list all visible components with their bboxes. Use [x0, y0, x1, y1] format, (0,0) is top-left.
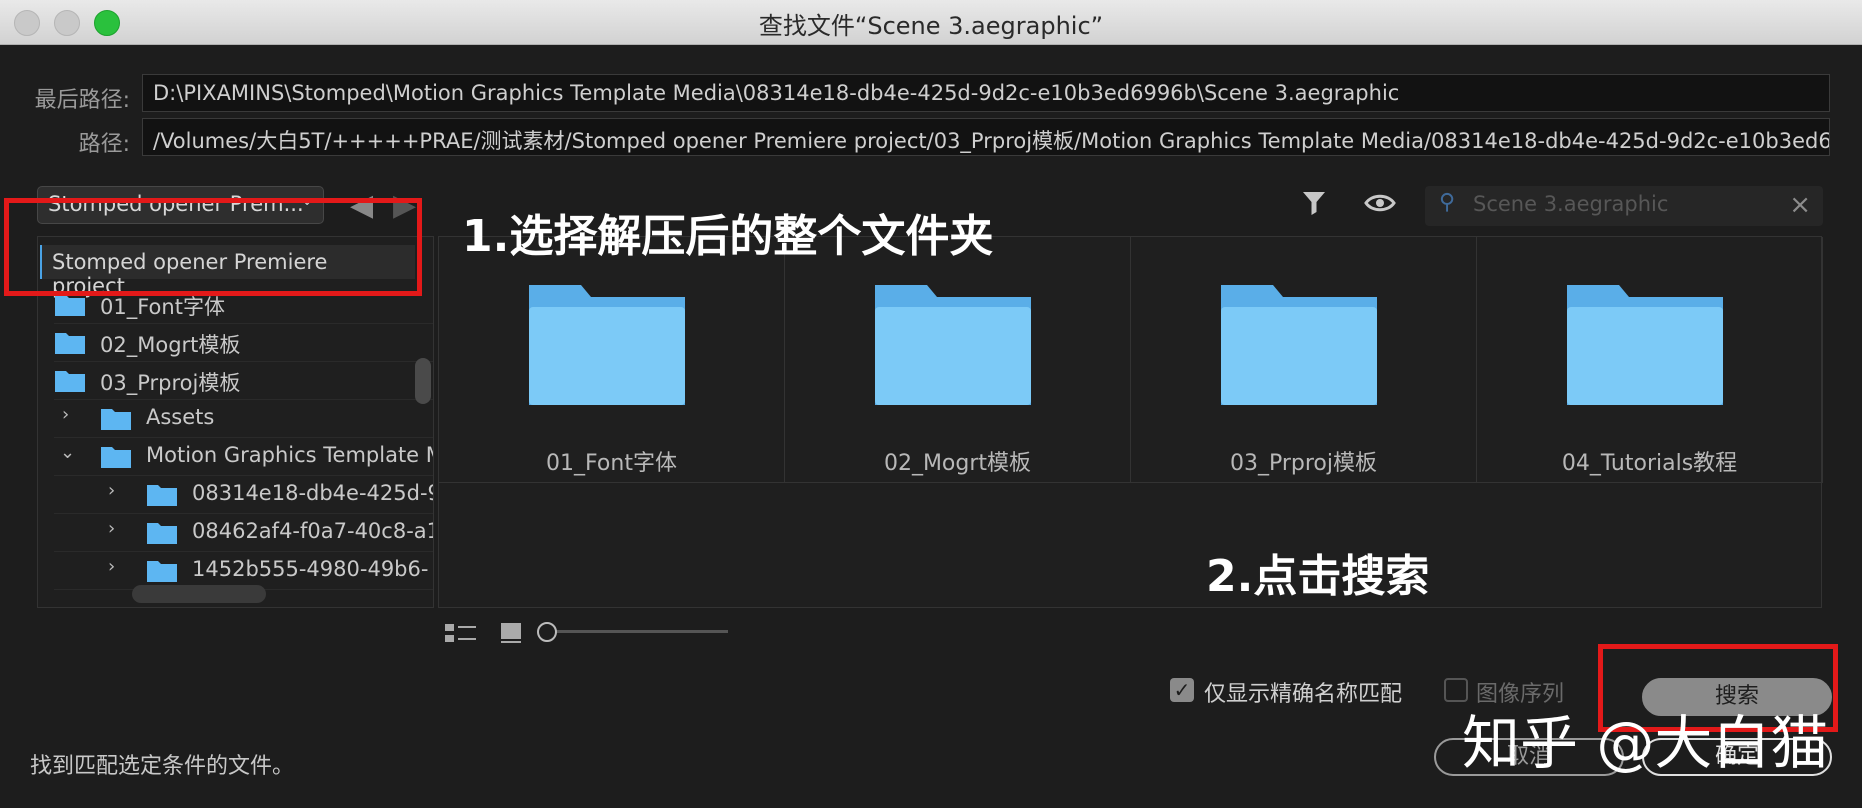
- folder-icon: [55, 371, 85, 392]
- grid-folder-item[interactable]: 04_Tutorials教程: [1477, 237, 1823, 483]
- filter-icon[interactable]: [1300, 188, 1330, 226]
- status-text: 找到匹配选定条件的文件。: [30, 754, 295, 779]
- tree-item[interactable]: › 08462af4-f0a7-40c8-a1: [54, 515, 434, 552]
- chevron-right-icon[interactable]: ›: [108, 518, 115, 539]
- zoom-slider-knob[interactable]: [537, 622, 557, 642]
- search-placeholder: Scene 3.aegraphic: [1473, 192, 1669, 216]
- chevron-right-icon[interactable]: ›: [108, 480, 115, 501]
- list-view-icon[interactable]: [444, 622, 478, 648]
- grid-folder-item[interactable]: 03_Prproj模板: [1131, 237, 1477, 483]
- folder-grid[interactable]: 01_Font字体 02_Mogrt模板 03_Prproj模板 04_Tuto…: [438, 236, 1823, 608]
- search-icon: ⚲: [1439, 190, 1456, 215]
- folder-icon: [55, 333, 85, 354]
- grid-folder-label: 03_Prproj模板: [1229, 451, 1378, 476]
- tree-item[interactable]: 03_Prproj模板: [54, 363, 433, 400]
- tree-item-label: 08314e18-db4e-425d-9d2c-e10b3ed6996b: [192, 481, 433, 505]
- grid-folder-item[interactable]: 01_Font字体: [439, 237, 785, 483]
- grid-folder-label: 04_Tutorials教程: [1561, 451, 1738, 476]
- grid-folder-item[interactable]: 02_Mogrt模板: [785, 237, 1131, 483]
- watermark: 知乎 @大白猫: [1462, 709, 1829, 777]
- tree-item-label: Assets: [146, 405, 215, 429]
- tree-item-label: 02_Mogrt模板: [100, 333, 241, 357]
- tree-item[interactable]: › 08314e18-db4e-425d-9d2c-e10b3ed6996b: [54, 477, 433, 514]
- icon-view-icon[interactable]: [500, 622, 522, 648]
- folder-icon: [147, 561, 177, 582]
- chevron-right-icon[interactable]: ›: [108, 556, 115, 577]
- exact-match-checkbox[interactable]: ✓: [1170, 678, 1194, 702]
- zoom-slider-track[interactable]: [538, 630, 728, 633]
- tree-vertical-scrollbar[interactable]: [415, 358, 431, 404]
- folder-icon: [101, 447, 131, 468]
- grid-folder-label: 02_Mogrt模板: [883, 451, 1032, 476]
- path-label: 路径:: [78, 132, 130, 157]
- exact-match-label: 仅显示精确名称匹配: [1204, 682, 1403, 707]
- folder-icon: [529, 285, 685, 405]
- tree-item-label: Motion Graphics Template Media: [146, 443, 433, 467]
- title-bar: 查找文件“Scene 3.aegraphic”: [0, 0, 1862, 45]
- folder-icon: [1221, 285, 1377, 405]
- search-field[interactable]: ⚲ Scene 3.aegraphic ×: [1425, 186, 1823, 226]
- tree-horizontal-scrollbar[interactable]: [132, 585, 266, 603]
- chevron-right-icon[interactable]: ›: [62, 404, 69, 425]
- grid-folder-label: 01_Font字体: [546, 451, 677, 476]
- folder-icon: [101, 409, 131, 430]
- tree-item[interactable]: › Assets: [54, 401, 433, 438]
- folder-icon: [875, 285, 1031, 405]
- annotation-step2: 2.点击搜索: [1206, 551, 1430, 602]
- chevron-down-icon[interactable]: ⌄: [60, 442, 75, 463]
- folder-icon: [1567, 285, 1723, 405]
- folder-icon: [147, 485, 177, 506]
- tree-item[interactable]: ⌄ Motion Graphics Template Media: [54, 439, 433, 476]
- annotation-box-folder: [4, 198, 422, 296]
- last-path-label: 最后路径:: [34, 88, 130, 113]
- eye-icon[interactable]: [1364, 188, 1396, 226]
- folder-icon: [147, 523, 177, 544]
- last-path-field[interactable]: D:\PIXAMINS\Stomped\Motion Graphics Temp…: [142, 74, 1830, 112]
- tree-item[interactable]: 02_Mogrt模板: [54, 325, 433, 362]
- tree-item-label: 03_Prproj模板: [100, 371, 241, 395]
- tree-item-label: 08462af4-f0a7-40c8-a1: [192, 519, 434, 543]
- path-field[interactable]: /Volumes/大白5T/+++++PRAE/测试素材/Stomped ope…: [142, 118, 1830, 156]
- clear-search-icon[interactable]: ×: [1789, 190, 1811, 220]
- window-title: 查找文件“Scene 3.aegraphic”: [758, 12, 1104, 40]
- tree-item-label: 1452b555-4980-49b6-: [192, 557, 429, 581]
- annotation-step1: 1.选择解压后的整个文件夹: [462, 211, 994, 262]
